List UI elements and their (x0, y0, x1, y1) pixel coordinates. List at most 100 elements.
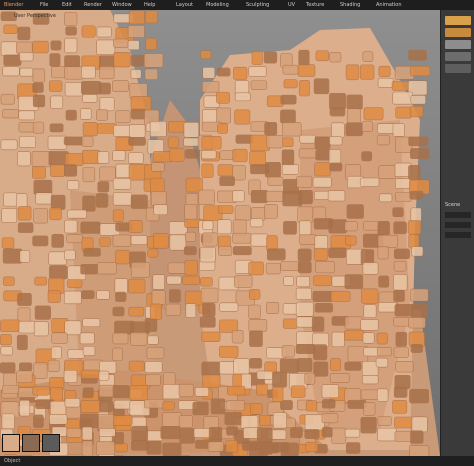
rock-block (67, 279, 83, 289)
menu-window[interactable]: Window (112, 0, 132, 10)
rock-block (33, 208, 49, 224)
tool-button-2[interactable] (445, 28, 471, 37)
rock-block (167, 136, 179, 149)
rock-block (210, 398, 226, 415)
thumbnail-strip (0, 432, 80, 454)
rock-block (194, 387, 210, 397)
rock-block (33, 414, 44, 428)
rock-block (160, 426, 181, 440)
menu-file[interactable]: File (40, 0, 48, 10)
menu-render[interactable]: Render (84, 0, 102, 10)
rock-block (283, 221, 297, 235)
rock-block (48, 80, 63, 92)
rock-block (82, 122, 98, 137)
menu-edit[interactable]: Edit (62, 0, 72, 10)
rock-block (166, 275, 182, 285)
rock-block (49, 123, 64, 133)
rock-block (321, 427, 333, 438)
rock-block (63, 164, 78, 177)
rock-block (295, 301, 314, 317)
rock-block (202, 109, 218, 125)
rock-block (1, 207, 18, 223)
sidebar-field-2[interactable] (445, 222, 471, 228)
rock-block (98, 370, 110, 381)
thumbnail-1[interactable] (2, 434, 20, 452)
rock-block (128, 306, 145, 317)
rock-block (394, 248, 410, 259)
rock-block (360, 319, 379, 331)
rock-block (266, 135, 284, 149)
properties-sidebar: Scene (440, 10, 474, 456)
tab-sculpting[interactable]: Sculpting (246, 0, 269, 10)
rock-block (33, 321, 49, 337)
tool-button-5[interactable] (445, 64, 471, 73)
rock-block (149, 121, 167, 138)
rock-block (179, 428, 195, 444)
rock-block (313, 78, 330, 95)
rock-block (378, 275, 390, 288)
rock-block (64, 11, 78, 26)
rock-block (409, 190, 424, 200)
rock-block (249, 150, 266, 167)
tool-button-1[interactable] (445, 16, 471, 25)
rock-block (49, 53, 61, 67)
rock-block (96, 109, 108, 121)
rock-block (144, 68, 159, 80)
rock-block (234, 92, 251, 102)
tab-shading[interactable]: Shading (340, 0, 360, 10)
rock-block (280, 260, 301, 271)
rock-block (169, 148, 185, 162)
rock-block (17, 26, 31, 41)
rock-block (346, 108, 361, 124)
thumbnail-2[interactable] (22, 434, 40, 452)
rock-block (82, 345, 96, 356)
rock-block (96, 441, 116, 456)
tab-animation[interactable]: Animation (376, 0, 402, 10)
tab-layout[interactable]: Layout (176, 0, 193, 10)
rock-block (81, 136, 94, 147)
rock-block (98, 428, 116, 437)
rock-block (64, 249, 76, 261)
rock-block (112, 209, 124, 222)
thumbnail-3[interactable] (42, 434, 60, 452)
rock-block (393, 289, 405, 302)
rock-block (280, 94, 297, 105)
rock-block (225, 440, 238, 453)
tab-modeling[interactable]: Modeling (206, 0, 229, 10)
rock-block (162, 412, 182, 427)
rock-block (202, 220, 214, 231)
sidebar-field-1[interactable] (445, 212, 471, 218)
rock-block (256, 370, 274, 380)
rock-block (298, 49, 310, 66)
rock-block (99, 166, 116, 182)
tool-button-3[interactable] (445, 40, 471, 49)
rock-block (67, 349, 85, 359)
rock-block (249, 330, 263, 347)
rock-block (2, 276, 15, 286)
rock-block (305, 441, 319, 453)
rock-block (377, 427, 397, 442)
rock-block (146, 440, 162, 455)
rock-block (411, 416, 428, 433)
rock-block (344, 316, 364, 330)
rock-block (376, 388, 389, 402)
rock-block (344, 274, 364, 290)
rock-block (66, 234, 83, 244)
rock-block (128, 10, 145, 25)
rock-block (265, 190, 285, 202)
3d-viewport[interactable]: User Perspective (0, 10, 440, 456)
rock-block (19, 67, 34, 77)
menu-help[interactable]: Help (144, 0, 155, 10)
rock-block (112, 150, 126, 161)
rock-block (296, 175, 313, 188)
rock-block (249, 289, 261, 300)
rock-block (128, 220, 143, 233)
rock-block (1, 237, 15, 249)
rock-block (344, 361, 362, 371)
tab-texture[interactable]: Texture (306, 0, 324, 10)
rock-block (82, 318, 101, 328)
tool-button-4[interactable] (445, 52, 471, 61)
rock-block (393, 221, 407, 235)
tab-uv[interactable]: UV (288, 0, 295, 10)
sidebar-field-3[interactable] (445, 232, 471, 238)
